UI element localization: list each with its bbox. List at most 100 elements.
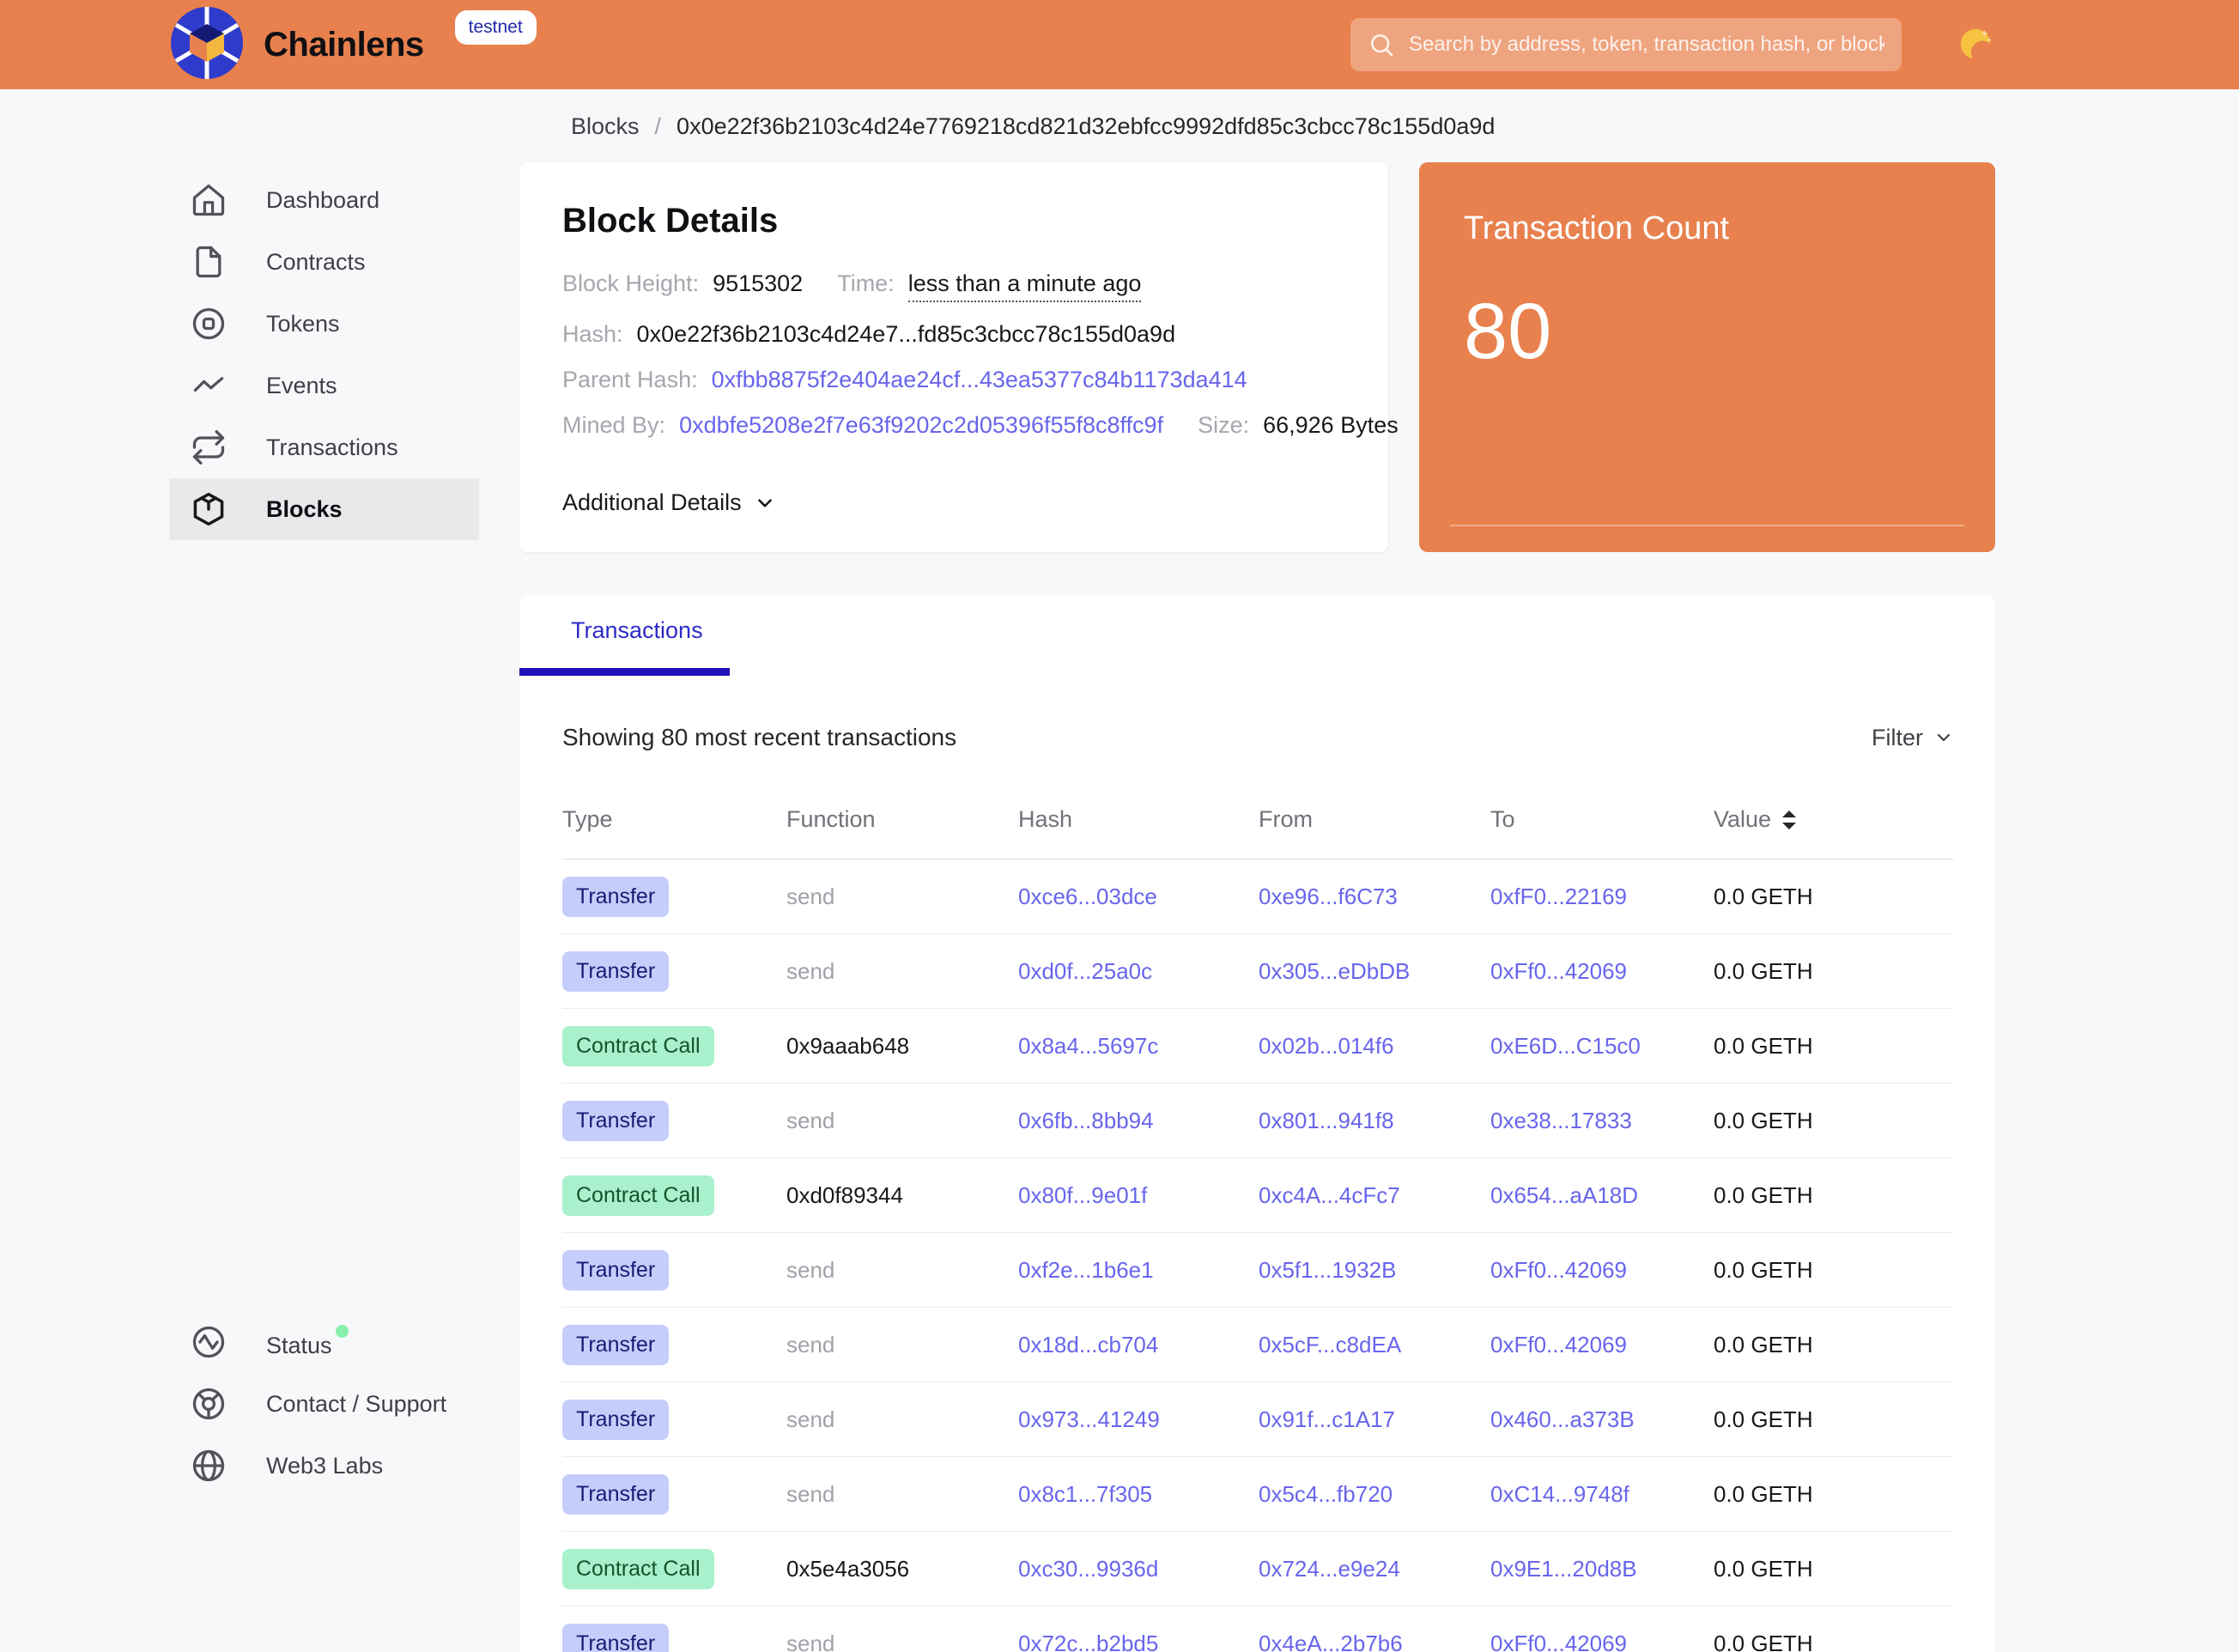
- tx-function: send: [786, 1332, 1018, 1358]
- hash-label: Hash:: [562, 320, 623, 348]
- sidebar-item-web3-labs[interactable]: Web3 Labs: [169, 1435, 479, 1497]
- sidebar-item-tokens[interactable]: Tokens: [169, 293, 479, 355]
- tx-type-badge: Transfer: [562, 951, 669, 992]
- tx-value: 0.0 GETH: [1714, 1481, 1954, 1508]
- table-row: Transfer send 0xf2e...1b6e1 0x5f1...1932…: [562, 1233, 1954, 1308]
- block-details-card: Block Details Block Height: 9515302 Time…: [519, 162, 1388, 552]
- tx-hash-link[interactable]: 0x973...41249: [1018, 1406, 1160, 1432]
- transaction-count-title: Transaction Count: [1464, 210, 1951, 247]
- tx-from-link[interactable]: 0x5c4...fb720: [1259, 1481, 1393, 1507]
- parent-hash-link[interactable]: 0xfbb8875f2e404ae24cf...43ea5377c84b1173…: [712, 366, 1247, 393]
- tx-hash-link[interactable]: 0x72c...b2bd5: [1018, 1631, 1158, 1652]
- tx-from-link[interactable]: 0x5f1...1932B: [1259, 1257, 1396, 1283]
- table-row: Contract Call 0xd0f89344 0x80f...9e01f 0…: [562, 1158, 1954, 1233]
- tx-to-link[interactable]: 0xe38...17833: [1490, 1108, 1632, 1133]
- tx-hash-link[interactable]: 0x6fb...8bb94: [1018, 1108, 1154, 1133]
- block-height-value: 9515302: [713, 270, 803, 297]
- table-row: Contract Call 0x5e4a3056 0xc30...9936d 0…: [562, 1532, 1954, 1606]
- globe-icon: [190, 1447, 228, 1485]
- filter-label: Filter: [1872, 725, 1923, 751]
- tx-type-badge: Contract Call: [562, 1175, 714, 1216]
- sidebar-item-dashboard[interactable]: Dashboard: [169, 169, 479, 231]
- tx-to-link[interactable]: 0xE6D...C15c0: [1490, 1033, 1641, 1059]
- tx-from-link[interactable]: 0x4eA...2b7b6: [1259, 1631, 1403, 1652]
- mined-by-link[interactable]: 0xdbfe5208e2f7e63f9202c2d05396f55f8c8ffc…: [679, 411, 1163, 439]
- breadcrumb-blocks-link[interactable]: Blocks: [571, 113, 640, 140]
- sidebar-item-label: Transactions: [266, 434, 398, 461]
- tx-hash-link[interactable]: 0x8c1...7f305: [1018, 1481, 1152, 1507]
- tx-from-link[interactable]: 0xe96...f6C73: [1259, 884, 1398, 909]
- col-value[interactable]: Value: [1714, 806, 1954, 833]
- filter-button[interactable]: Filter: [1872, 725, 1954, 751]
- home-icon: [190, 181, 228, 219]
- tx-to-link[interactable]: 0x460...a373B: [1490, 1406, 1635, 1432]
- tx-from-link[interactable]: 0x91f...c1A17: [1259, 1406, 1395, 1432]
- tx-to-link[interactable]: 0xFf0...42069: [1490, 1631, 1627, 1652]
- chevron-down-icon: [1933, 727, 1954, 748]
- sidebar-item-status[interactable]: Status: [169, 1311, 479, 1373]
- tx-to-link[interactable]: 0xFf0...42069: [1490, 958, 1627, 984]
- brand[interactable]: Chainlens testnet: [169, 5, 537, 85]
- tx-from-link[interactable]: 0x305...eDbDB: [1259, 958, 1410, 984]
- tx-from-link[interactable]: 0x5cF...c8dEA: [1259, 1332, 1401, 1357]
- tx-value: 0.0 GETH: [1714, 1332, 1954, 1358]
- tx-to-link[interactable]: 0x9E1...20d8B: [1490, 1556, 1637, 1582]
- tx-from-link[interactable]: 0xc4A...4cFc7: [1259, 1182, 1400, 1208]
- sidebar-item-label: Dashboard: [266, 187, 379, 214]
- tx-hash-link[interactable]: 0x18d...cb704: [1018, 1332, 1158, 1357]
- transactions-table-body: Transfer send 0xce6...03dce 0xe96...f6C7…: [562, 859, 1954, 1652]
- mined-by-label: Mined By:: [562, 411, 665, 439]
- tx-to-link[interactable]: 0xFf0...42069: [1490, 1332, 1627, 1357]
- tx-value: 0.0 GETH: [1714, 1631, 1954, 1652]
- sidebar-item-contact-support[interactable]: Contact / Support: [169, 1373, 479, 1435]
- tx-from-link[interactable]: 0x801...941f8: [1259, 1108, 1394, 1133]
- tx-hash-link[interactable]: 0x80f...9e01f: [1018, 1182, 1147, 1208]
- tx-to-link[interactable]: 0xFf0...42069: [1490, 1257, 1627, 1283]
- search-icon: [1368, 31, 1395, 58]
- breadcrumb: Blocks / 0x0e22f36b2103c4d24e7769218cd82…: [571, 113, 1995, 140]
- sidebar-item-events[interactable]: Events: [169, 355, 479, 416]
- tx-from-link[interactable]: 0x724...e9e24: [1259, 1556, 1400, 1582]
- breadcrumb-separator: /: [655, 113, 662, 140]
- sidebar-item-blocks[interactable]: Blocks: [169, 478, 479, 540]
- tx-hash-link[interactable]: 0xd0f...25a0c: [1018, 958, 1152, 984]
- tx-to-link[interactable]: 0x654...aA18D: [1490, 1182, 1638, 1208]
- hash-value: 0x0e22f36b2103c4d24e7...fd85c3cbcc78c155…: [637, 320, 1176, 348]
- sidebar-item-label: Tokens: [266, 311, 340, 337]
- tab-transactions[interactable]: Transactions: [571, 617, 703, 644]
- sort-icon[interactable]: [1781, 810, 1797, 830]
- transactions-table-header: Type Function Hash From To Value: [562, 806, 1954, 859]
- time-label: Time:: [837, 270, 895, 297]
- dark-mode-toggle[interactable]: [1955, 24, 1996, 65]
- parent-hash-label: Parent Hash:: [562, 366, 698, 393]
- additional-details-label: Additional Details: [562, 489, 742, 516]
- tx-type-badge: Contract Call: [562, 1549, 714, 1589]
- sidebar-item-contracts[interactable]: Contracts: [169, 231, 479, 293]
- col-from: From: [1259, 806, 1490, 833]
- additional-details-toggle[interactable]: Additional Details: [562, 489, 776, 516]
- table-row: Transfer send 0x6fb...8bb94 0x801...941f…: [562, 1084, 1954, 1158]
- col-function: Function: [786, 806, 1018, 833]
- sidebar-item-transactions[interactable]: Transactions: [169, 416, 479, 478]
- search-input[interactable]: [1409, 33, 1884, 57]
- tx-value: 0.0 GETH: [1714, 1257, 1954, 1284]
- tx-value: 0.0 GETH: [1714, 1182, 1954, 1209]
- table-row: Transfer send 0x18d...cb704 0x5cF...c8dE…: [562, 1308, 1954, 1382]
- tx-hash-link[interactable]: 0xf2e...1b6e1: [1018, 1257, 1154, 1283]
- chevron-down-icon: [754, 492, 776, 514]
- table-row: Transfer send 0x8c1...7f305 0x5c4...fb72…: [562, 1457, 1954, 1532]
- main-content: Blocks / 0x0e22f36b2103c4d24e7769218cd82…: [519, 89, 1995, 1652]
- tx-function: send: [786, 1631, 1018, 1652]
- cube-icon: [190, 490, 228, 528]
- sidebar-item-label: Status: [266, 1325, 349, 1359]
- tx-from-link[interactable]: 0x02b...014f6: [1259, 1033, 1394, 1059]
- chainlens-logo-icon: [169, 5, 245, 85]
- tx-hash-link[interactable]: 0xce6...03dce: [1018, 884, 1157, 909]
- transaction-count-card: Transaction Count 80: [1419, 162, 1995, 552]
- tx-function: send: [786, 1481, 1018, 1508]
- tx-hash-link[interactable]: 0xc30...9936d: [1018, 1556, 1158, 1582]
- tx-to-link[interactable]: 0xC14...9748f: [1490, 1481, 1629, 1507]
- search-bar[interactable]: [1350, 18, 1902, 71]
- tx-hash-link[interactable]: 0x8a4...5697c: [1018, 1033, 1158, 1059]
- tx-to-link[interactable]: 0xfF0...22169: [1490, 884, 1627, 909]
